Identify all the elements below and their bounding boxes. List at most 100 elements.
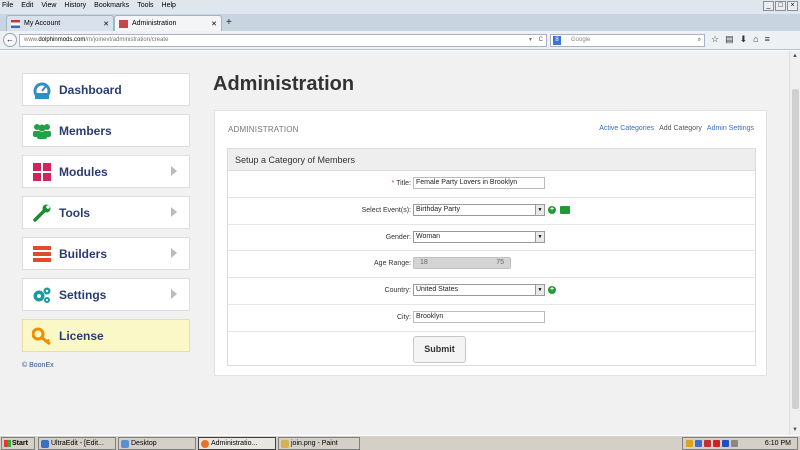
google-icon: 8 <box>553 36 561 45</box>
url-dropdown-icon[interactable]: ▾ <box>529 35 532 46</box>
sidebar-item-license[interactable]: License <box>22 319 190 352</box>
add-country-icon[interactable]: + <box>548 286 556 295</box>
menu-history[interactable]: History <box>64 2 86 13</box>
tray-bluetooth-icon[interactable] <box>722 440 729 447</box>
sidebar-item-label: Members <box>59 123 112 138</box>
taskbar-item-paint[interactable]: join.png - Paint <box>278 437 360 450</box>
add-category-link[interactable]: Add Category <box>659 125 702 132</box>
tray-n-icon[interactable] <box>713 440 720 447</box>
sidebar-item-label: Dashboard <box>59 82 122 97</box>
chevron-right-icon <box>171 289 177 299</box>
tray-volume-icon[interactable] <box>731 440 738 447</box>
url-bar[interactable]: www.dolphinmods.com/m/joinevt/administra… <box>19 34 547 47</box>
menu-edit[interactable]: Edit <box>21 2 33 13</box>
minimize-button[interactable]: _ <box>763 1 774 11</box>
sidebar-item-label: Builders <box>59 246 108 261</box>
sidebar-item-builders[interactable]: Builders <box>22 237 190 270</box>
gender-value: Woman <box>416 232 440 240</box>
paint-icon <box>281 440 289 448</box>
back-button[interactable]: ← <box>3 33 17 47</box>
add-event-icon[interactable]: + <box>548 205 556 214</box>
download-icon[interactable]: ⬇ <box>740 34 748 45</box>
close-window-button[interactable]: × <box>787 1 798 11</box>
dashboard-icon <box>33 82 51 99</box>
close-tab-icon[interactable]: ✕ <box>211 20 217 28</box>
search-icon[interactable]: ⌕ <box>698 35 701 46</box>
tray-icons <box>686 440 738 447</box>
sidebar-item-modules[interactable]: Modules <box>22 155 190 188</box>
form-row-city: City: Brooklyn <box>228 305 755 332</box>
members-icon <box>33 124 51 139</box>
taskbar-item-ultraedit[interactable]: UltraEdit - [Edit... <box>38 437 116 450</box>
toolbar-icons: ☆ ▤ ⬇ ⌂ ≡ <box>711 34 770 45</box>
form-heading: Setup a Category of Members <box>228 149 755 171</box>
admin-settings-link[interactable]: Admin Settings <box>707 125 754 132</box>
tray-antivirus-icon[interactable] <box>704 440 711 447</box>
window-controls: _ □ × <box>763 1 798 11</box>
close-tab-icon[interactable]: ✕ <box>103 20 109 28</box>
gender-select[interactable]: Woman ▼ <box>413 230 545 243</box>
category-form: Setup a Category of Members * Title: Fem… <box>227 148 756 366</box>
country-select[interactable]: United States ▼ <box>413 284 545 297</box>
taskbar-item-label: Administratio... <box>211 440 258 447</box>
sidebar-item-tools[interactable]: Tools <box>22 196 190 229</box>
submit-button[interactable]: Submit <box>413 335 466 363</box>
city-input[interactable]: Brooklyn <box>413 310 545 323</box>
menu-view[interactable]: View <box>41 2 56 13</box>
sidebar-item-members[interactable]: Members <box>22 114 190 147</box>
event-select[interactable]: Birthday Party ▼ <box>413 203 545 216</box>
age-min: 18 <box>420 259 428 267</box>
ultraedit-icon <box>41 440 49 448</box>
title-bar: File Edit View History Bookmarks Tools H… <box>0 0 800 14</box>
taskbar-item-administration[interactable]: Administratio... <box>198 437 276 450</box>
taskbar-item-label: Desktop <box>131 440 157 447</box>
menu-tools[interactable]: Tools <box>137 2 153 13</box>
start-button[interactable]: Start <box>1 437 35 450</box>
form-row-title: * Title: Female Party Lovers in Brooklyn <box>228 171 755 198</box>
url-path: /m/joinevt/administration/create <box>85 37 169 43</box>
menu-bookmarks[interactable]: Bookmarks <box>94 2 129 13</box>
active-categories-link[interactable]: Active Categories <box>599 125 654 132</box>
scroll-down-icon[interactable]: ▼ <box>792 427 798 433</box>
home-icon[interactable]: ⌂ <box>753 34 758 45</box>
taskbar-item-desktop[interactable]: Desktop <box>118 437 196 450</box>
tab-my-account[interactable]: My Account ✕ <box>6 15 114 31</box>
menu-bar: File Edit View History Bookmarks Tools H… <box>2 2 176 13</box>
bookmark-star-icon[interactable]: ☆ <box>711 34 719 45</box>
key-icon <box>32 327 51 345</box>
age-range-slider[interactable]: 18 75 <box>413 257 511 270</box>
new-tab-button[interactable]: + <box>226 17 232 28</box>
tab-label: My Account <box>24 20 61 27</box>
taskbar-item-label: join.png - Paint <box>291 440 338 447</box>
tab-administration[interactable]: Administration ✕ <box>114 15 222 31</box>
dropdown-arrow-icon: ▼ <box>535 231 544 242</box>
menu-help[interactable]: Help <box>162 2 176 13</box>
system-tray: 6:10 PM <box>682 437 798 450</box>
page-content: Dashboard Members Modules Tools Builders… <box>0 51 789 435</box>
menu-icon[interactable]: ≡ <box>765 34 770 45</box>
search-bar[interactable]: 8 Google ⌕ <box>550 34 705 47</box>
reload-icon[interactable]: C <box>539 35 543 46</box>
windows-logo-icon <box>4 440 11 447</box>
sidebar-item-dashboard[interactable]: Dashboard <box>22 73 190 106</box>
panel-links: Active Categories Add Category Admin Set… <box>599 125 754 132</box>
chevron-right-icon <box>171 248 177 258</box>
bookmarks-icon[interactable]: ▤ <box>725 34 734 45</box>
gender-label: Gender: <box>385 233 411 241</box>
folder-icon[interactable] <box>560 205 570 214</box>
chevron-right-icon <box>171 207 177 217</box>
event-label: Select Event(s): <box>361 206 411 214</box>
page-icon <box>119 19 128 28</box>
tray-app-icon[interactable] <box>686 440 693 447</box>
wrench-icon <box>33 204 51 222</box>
tray-network-icon[interactable] <box>695 440 702 447</box>
vertical-scrollbar[interactable]: ▲ ▼ <box>789 51 800 435</box>
scroll-up-icon[interactable]: ▲ <box>792 53 798 59</box>
boonex-link[interactable]: © BoonEx <box>22 362 54 369</box>
scrollbar-thumb[interactable] <box>792 89 799 409</box>
maximize-button[interactable]: □ <box>775 1 786 11</box>
title-input[interactable]: Female Party Lovers in Brooklyn <box>413 177 545 189</box>
menu-file[interactable]: File <box>2 2 13 13</box>
sidebar-item-settings[interactable]: Settings <box>22 278 190 311</box>
start-label: Start <box>12 440 28 447</box>
